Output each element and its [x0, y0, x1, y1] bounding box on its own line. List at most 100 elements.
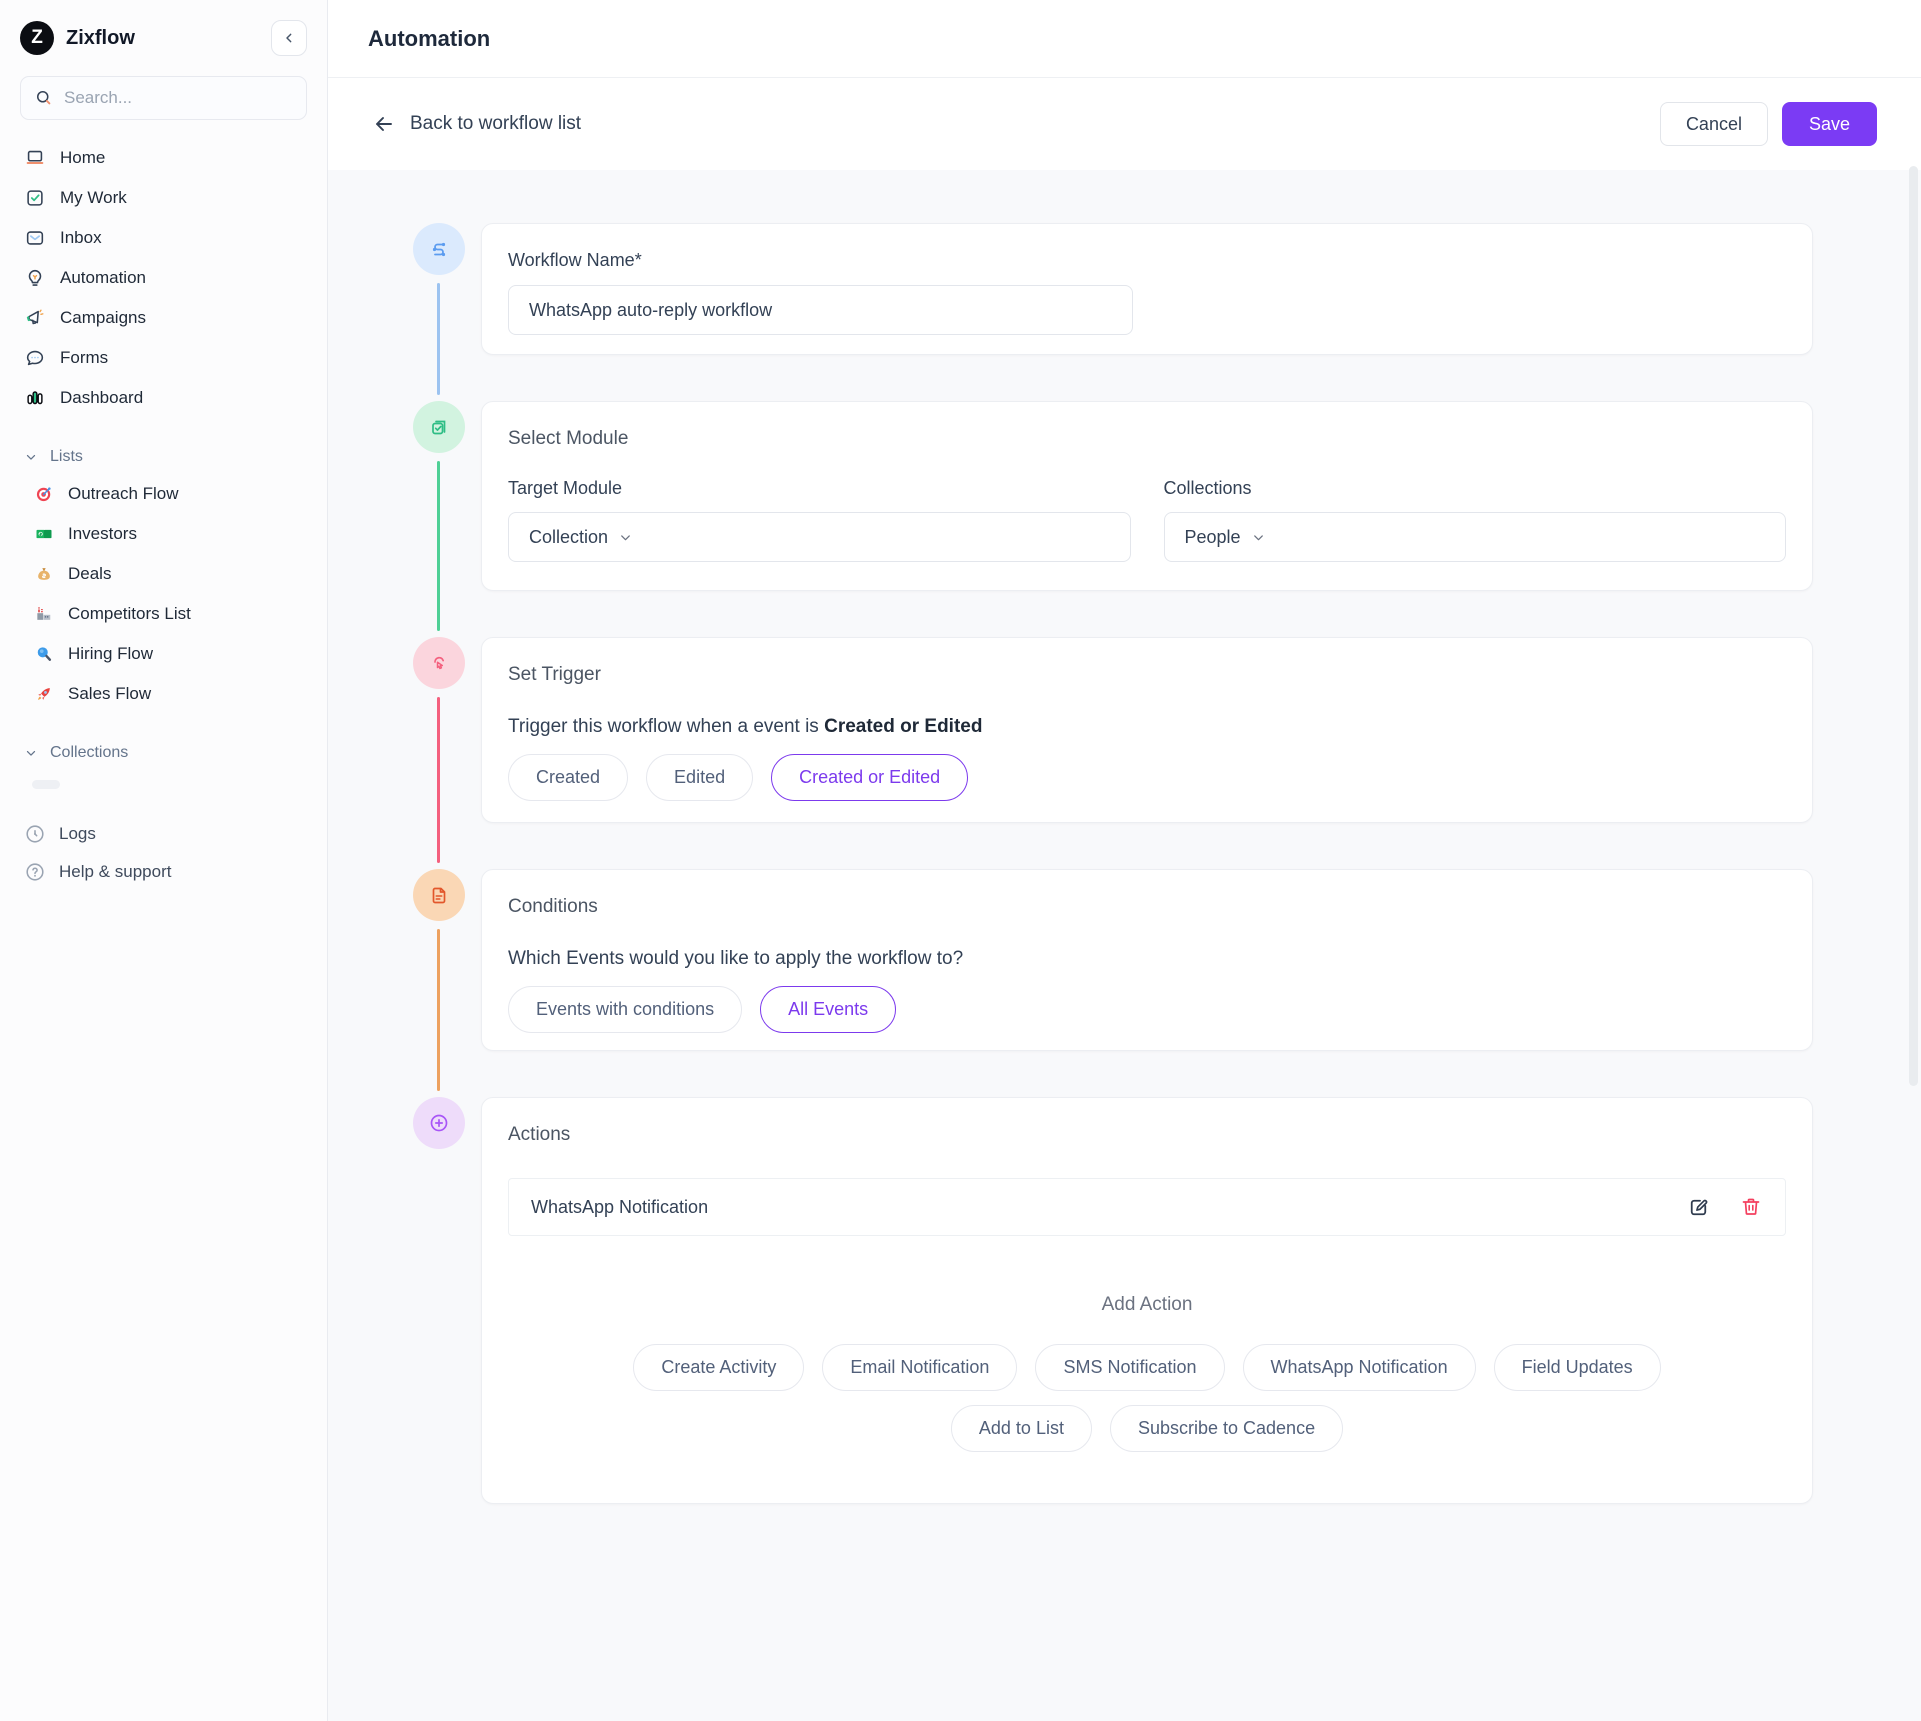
add-action-sms-notification[interactable]: SMS Notification: [1035, 1344, 1224, 1391]
collections-placeholder: [32, 780, 60, 789]
page-title: Automation: [368, 26, 490, 52]
search-input[interactable]: [64, 88, 293, 108]
page-header: Automation: [328, 0, 1921, 78]
collections-label: Collections: [1164, 478, 1787, 499]
trash-icon[interactable]: [1739, 1195, 1763, 1219]
banknote-icon: [34, 524, 54, 544]
action-item-label: WhatsApp Notification: [531, 1197, 708, 1218]
sidebar-item-label: Forms: [60, 348, 108, 368]
lightbulb-icon: [24, 267, 46, 289]
list-item-label: Deals: [68, 564, 111, 584]
sidebar-item-automation[interactable]: Automation: [20, 258, 307, 298]
sidebar-item-deals[interactable]: Deals: [20, 554, 307, 594]
search-box[interactable]: [20, 76, 307, 120]
select-module-card: Select Module Target Module Collection C…: [481, 401, 1813, 591]
list-item-label: Competitors List: [68, 604, 191, 624]
main-area: Automation Back to workflow list Cancel …: [328, 0, 1921, 1721]
trigger-sentence: Trigger this workflow when a event is Cr…: [508, 716, 1786, 738]
brand-row: Z Zixflow: [20, 0, 307, 76]
target-icon: [34, 484, 54, 504]
step-conditions: Conditions Which Events would you like t…: [413, 869, 1921, 1051]
edit-icon[interactable]: [1686, 1195, 1711, 1220]
target-module-select[interactable]: Collection: [508, 512, 1131, 562]
add-action-email-notification[interactable]: Email Notification: [822, 1344, 1017, 1391]
conditions-step-icon: [413, 869, 465, 921]
conditions-card: Conditions Which Events would you like t…: [481, 869, 1813, 1051]
section-label: Lists: [50, 448, 83, 466]
search-icon: [34, 88, 54, 108]
laptop-icon: [24, 147, 46, 169]
question-circle-icon: [24, 861, 46, 883]
workflow-editor: Workflow Name* Select Module Target M: [328, 170, 1921, 1721]
sidebar-item-forms[interactable]: Forms: [20, 338, 307, 378]
magnifier-icon: [34, 644, 54, 664]
add-action-add-to-list[interactable]: Add to List: [951, 1405, 1092, 1452]
add-action-label: Add Action: [508, 1294, 1786, 1316]
actions-title: Actions: [508, 1124, 1786, 1146]
add-action-options: Create Activity Email Notification SMS N…: [557, 1344, 1737, 1452]
connector-line: [437, 697, 440, 863]
action-item-row: WhatsApp Notification: [508, 1178, 1786, 1236]
add-action-whatsapp-notification[interactable]: WhatsApp Notification: [1243, 1344, 1476, 1391]
target-module-label: Target Module: [508, 478, 1131, 499]
megaphone-icon: [24, 307, 46, 329]
conditions-title: Conditions: [508, 896, 1786, 918]
connector-line: [437, 929, 440, 1091]
sidebar-item-label: Home: [60, 148, 105, 168]
add-action-create-activity[interactable]: Create Activity: [633, 1344, 804, 1391]
back-to-workflow-list-link[interactable]: Back to workflow list: [372, 112, 581, 136]
save-button[interactable]: Save: [1782, 102, 1877, 146]
connector-line: [437, 461, 440, 631]
sidebar-nav: Home My Work Inbox Automation Campaigns …: [20, 138, 307, 418]
list-item-label: Outreach Flow: [68, 484, 179, 504]
section-collections[interactable]: Collections: [20, 736, 307, 770]
sidebar-item-my-work[interactable]: My Work: [20, 178, 307, 218]
sidebar-item-inbox[interactable]: Inbox: [20, 218, 307, 258]
actions-card: Actions WhatsApp Notification Add Action…: [481, 1097, 1813, 1504]
sidebar-collapse-button[interactable]: [271, 20, 307, 56]
trigger-option-created-or-edited[interactable]: Created or Edited: [771, 754, 968, 801]
list-item-label: Investors: [68, 524, 137, 544]
gauge-icon: [24, 823, 46, 845]
trigger-option-created[interactable]: Created: [508, 754, 628, 801]
sidebar-item-label: Campaigns: [60, 308, 146, 328]
footer-item-label: Help & support: [59, 862, 171, 882]
sidebar-item-competitors-list[interactable]: Competitors List: [20, 594, 307, 634]
brand-name: Zixflow: [66, 27, 135, 50]
sidebar: Z Zixflow Home My Work: [0, 0, 328, 1721]
conditions-option-events-with-conditions[interactable]: Events with conditions: [508, 986, 742, 1033]
chevron-down-icon: [618, 530, 633, 545]
step-set-trigger: Set Trigger Trigger this workflow when a…: [413, 637, 1921, 823]
add-action-field-updates[interactable]: Field Updates: [1494, 1344, 1661, 1391]
add-action-subscribe-to-cadence[interactable]: Subscribe to Cadence: [1110, 1405, 1343, 1452]
bar-chart-icon: [24, 387, 46, 409]
collections-value: People: [1185, 527, 1241, 548]
sidebar-item-help-support[interactable]: Help & support: [20, 853, 307, 891]
sidebar-item-label: Automation: [60, 268, 146, 288]
sidebar-item-campaigns[interactable]: Campaigns: [20, 298, 307, 338]
select-module-step-icon: [413, 401, 465, 453]
scrollbar[interactable]: [1909, 166, 1918, 1086]
collections-select[interactable]: People: [1164, 512, 1787, 562]
sidebar-item-home[interactable]: Home: [20, 138, 307, 178]
back-link-label: Back to workflow list: [410, 113, 581, 135]
task-check-icon: [24, 187, 46, 209]
sidebar-item-hiring-flow[interactable]: Hiring Flow: [20, 634, 307, 674]
trigger-option-edited[interactable]: Edited: [646, 754, 753, 801]
conditions-option-all-events[interactable]: All Events: [760, 986, 896, 1033]
lists-group: Outreach Flow Investors Deals Competitor…: [20, 474, 307, 714]
footer-item-label: Logs: [59, 824, 96, 844]
sidebar-item-sales-flow[interactable]: Sales Flow: [20, 674, 307, 714]
section-lists[interactable]: Lists: [20, 440, 307, 474]
cancel-button[interactable]: Cancel: [1660, 102, 1768, 146]
workflow-name-step-icon: [413, 223, 465, 275]
workflow-name-input[interactable]: [508, 285, 1133, 335]
step-select-module: Select Module Target Module Collection C…: [413, 401, 1921, 591]
sidebar-item-logs[interactable]: Logs: [20, 815, 307, 853]
sidebar-item-investors[interactable]: Investors: [20, 514, 307, 554]
factory-icon: [34, 604, 54, 624]
sidebar-item-outreach-flow[interactable]: Outreach Flow: [20, 474, 307, 514]
sidebar-item-dashboard[interactable]: Dashboard: [20, 378, 307, 418]
set-trigger-step-icon: [413, 637, 465, 689]
list-item-label: Hiring Flow: [68, 644, 153, 664]
